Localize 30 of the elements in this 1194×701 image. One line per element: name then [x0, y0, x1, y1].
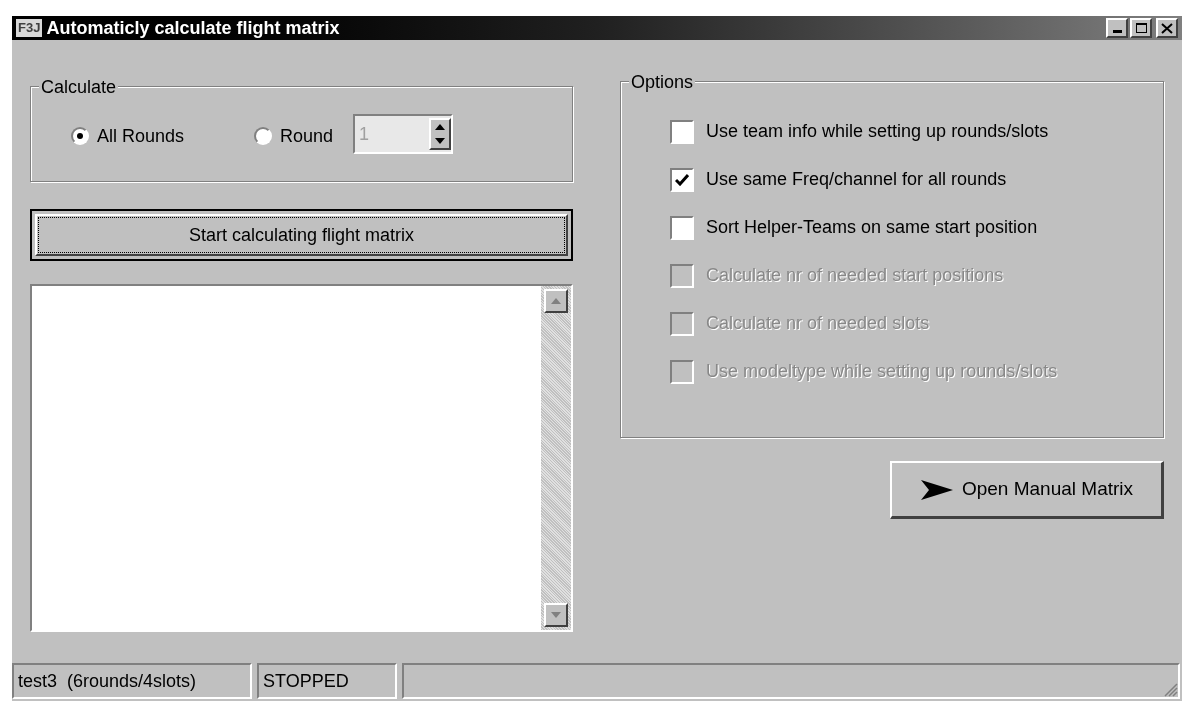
scroll-up-icon[interactable]	[544, 289, 568, 313]
maximize-button[interactable]	[1130, 18, 1152, 38]
checkbox-label: Use same Freq/channel for all rounds	[706, 168, 1007, 191]
radio-label: Round	[280, 124, 334, 148]
status-panel: test3 (6rounds/4slots)	[12, 663, 252, 699]
checkbox-label: Use modeltype while setting up rounds/slots	[706, 360, 1058, 383]
radio-button[interactable]	[71, 127, 89, 145]
checkbox-label: Sort Helper-Teams on same start position	[706, 216, 1038, 239]
scroll-down-icon[interactable]	[544, 603, 568, 627]
arrow-icon	[919, 478, 954, 501]
checkbox[interactable]	[670, 119, 694, 144]
close-icon	[1161, 22, 1173, 34]
checkbox[interactable]	[670, 167, 694, 192]
close-button[interactable]	[1156, 18, 1178, 38]
status-panel: STOPPED	[257, 663, 397, 699]
radio-label: All Rounds	[97, 124, 185, 148]
start-button[interactable]: Start calculating flight matrix	[30, 209, 573, 261]
checkbox[interactable]	[670, 215, 694, 240]
checkbox-label: Calculate nr of needed slots	[706, 312, 930, 335]
app-icon: F3J	[16, 19, 43, 37]
check-icon	[675, 173, 689, 186]
minimize-button[interactable]	[1106, 18, 1128, 38]
scrollbar[interactable]	[541, 286, 571, 630]
checkbox-label: Use team info while setting up rounds/slots	[706, 120, 1049, 143]
checkbox-label: Calculate nr of needed start positions	[706, 264, 1004, 287]
radio-button[interactable]	[254, 127, 273, 145]
resize-grip-icon[interactable]	[1162, 681, 1178, 697]
window-title: Automaticly calculate flight matrix	[46, 16, 340, 40]
open-manual-matrix-button[interactable]: Open Manual Matrix	[890, 461, 1164, 519]
spinner-value: 1	[358, 122, 371, 146]
